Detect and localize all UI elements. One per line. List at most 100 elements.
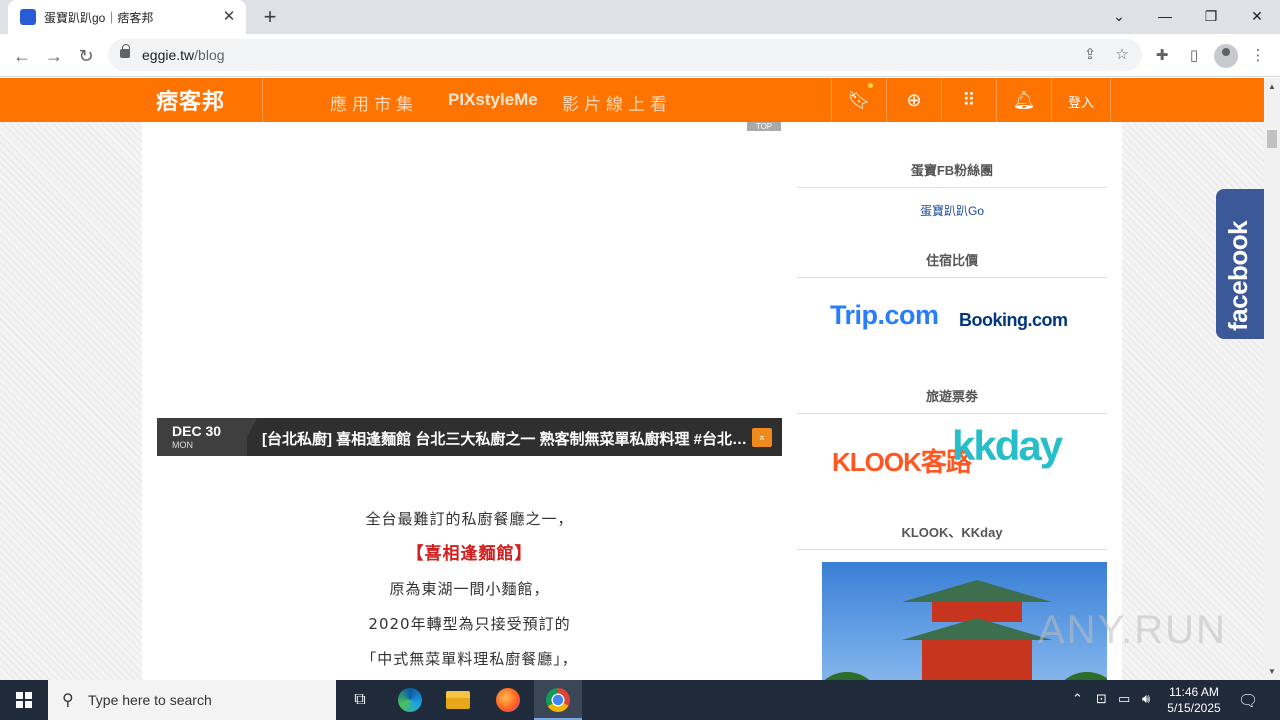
temple-body-shape [922, 640, 1032, 680]
pixnet-logo[interactable]: 痞客邦 [156, 84, 225, 116]
edge-app[interactable] [386, 680, 434, 720]
restore-button[interactable]: ❐ [1188, 2, 1234, 30]
address-bar[interactable]: eggie.tw/blog ⇪ ☆ [108, 39, 1142, 71]
profile-avatar-icon[interactable] [1214, 44, 1238, 68]
sidebar-fb-link[interactable]: 蛋寶趴趴Go [797, 202, 1107, 219]
forward-arrow-icon[interactable]: → [40, 42, 68, 70]
nav-pixstyleme[interactable]: PIXstyleMe [448, 90, 538, 110]
post-title[interactable]: [台北私廚] 喜相逢麵館 台北三大私廚之一 熟客制無菜單私廚料理 #台北私廚 #… [262, 428, 752, 449]
scroll-down-arrow-icon[interactable]: ▼ [1268, 667, 1276, 676]
search-icon: ⚲ [62, 692, 74, 709]
sidebar-heading-hotel: 住宿比價 [797, 250, 1107, 278]
login-link[interactable]: 登入 [1068, 92, 1094, 111]
tab-search-dropdown-icon[interactable]: ⌄ [1096, 2, 1142, 30]
facebook-side-tab[interactable]: facebook [1216, 189, 1264, 339]
taskbar-clock[interactable]: 11:46 AM 5/15/2025 [1162, 684, 1226, 716]
article-line: 全台最難訂的私廚餐廳之一， [365, 510, 574, 528]
kkday-logo[interactable]: kkday [952, 422, 1063, 470]
meet-now-icon[interactable]: ⊡ [1096, 691, 1107, 707]
notifications-icon[interactable]: 🗨︎ [1238, 691, 1258, 711]
browser-tab[interactable]: 蛋寶趴趴go｜痞客邦 ✕ [8, 0, 246, 34]
header-divider [262, 78, 263, 122]
side-panel-icon[interactable]: ▯ [1182, 44, 1206, 68]
scroll-up-arrow-icon[interactable]: ▲ [1268, 82, 1276, 91]
file-explorer-app[interactable] [434, 680, 482, 720]
menu-kebab-icon[interactable]: ⋮ [1246, 44, 1270, 68]
post-header[interactable]: DEC 30 MON [台北私廚] 喜相逢麵館 台北三大私廚之一 熟客制無菜單私… [157, 418, 782, 456]
top-badge: TOP [747, 122, 781, 131]
tree-shape [1052, 672, 1107, 680]
taskbar-search[interactable]: ⚲ Type here to search [48, 680, 336, 720]
facebook-tab-label: facebook [1223, 220, 1253, 331]
task-view-button[interactable]: ⧉ [336, 680, 384, 720]
nav-video[interactable]: 影片線上看 [562, 90, 672, 115]
post-date-month-day: DEC 30 [172, 423, 222, 439]
tab-close-icon[interactable]: ✕ [220, 8, 238, 26]
windows-taskbar: ⚲ Type here to search ⧉ ⌃ ⊡ ▭ 🔊︎ 11:46 A… [0, 680, 1280, 720]
article-line: 原為東湖一間小麵館， [389, 580, 550, 598]
post-date-weekday: MON [172, 440, 193, 450]
firefox-icon [496, 688, 520, 712]
nav-app-market[interactable]: 應用市集 [330, 90, 418, 115]
bell-icon[interactable]: 🔔︎ [1012, 88, 1036, 112]
page-scrollbar[interactable]: ▲ ▼ [1264, 78, 1280, 680]
share-icon[interactable]: ⇪ [1080, 45, 1100, 65]
chrome-icon [546, 688, 570, 712]
article-body: 全台最難訂的私廚餐廳之一， 【喜相逢麵館】 原為東湖一間小麵館， 2020年轉型… [157, 502, 782, 677]
edge-icon [398, 688, 422, 712]
post-date-notch [237, 418, 257, 456]
task-view-icon: ⧉ [354, 691, 366, 708]
page-viewport: 痞客邦 應用市集 PIXstyleMe 影片線上看 🔖︎ ⊕ ⠿ 🔔︎ 登入 T… [0, 78, 1264, 680]
pixnet-header: 痞客邦 應用市集 PIXstyleMe 影片線上看 🔖︎ ⊕ ⠿ 🔔︎ 登入 [0, 78, 1264, 122]
browser-toolbar: ← → ↻ eggie.tw/blog ⇪ ☆ ✚ ▯ ⋮ [0, 34, 1280, 77]
extensions-puzzle-icon[interactable]: ✚ [1150, 44, 1174, 68]
klook-logo[interactable]: KLOOK客路 [832, 442, 972, 479]
back-arrow-icon[interactable]: ← [8, 42, 36, 70]
start-button[interactable] [0, 680, 48, 720]
article-line: 「中式無菜單料理私廚餐廳」， [361, 650, 578, 668]
sidebar-heading-tickets: 旅遊票劵 [797, 386, 1107, 414]
folder-icon [446, 691, 470, 709]
post-collapse-icon[interactable]: ⌅ [752, 428, 772, 447]
clock-date: 5/15/2025 [1167, 701, 1221, 715]
network-icon[interactable]: ▭ [1118, 691, 1130, 707]
header-divider [996, 78, 997, 122]
header-divider [941, 78, 942, 122]
minimize-button[interactable]: — [1142, 2, 1188, 30]
bookmark-icon[interactable]: 🔖︎ [847, 88, 871, 112]
booking-com-logo[interactable]: Booking.com [959, 310, 1068, 331]
close-window-button[interactable]: ✕ [1234, 2, 1280, 30]
clock-time: 11:46 AM [1169, 685, 1219, 699]
trip-com-logo[interactable]: Trip.com [830, 300, 939, 331]
header-divider [1051, 78, 1052, 122]
apps-grid-icon[interactable]: ⠿ [957, 88, 981, 112]
search-icon[interactable]: ⊕ [902, 88, 926, 112]
bookmark-star-icon[interactable]: ☆ [1112, 45, 1132, 65]
volume-icon[interactable]: 🔊︎ [1142, 691, 1150, 707]
windows-logo-icon [16, 692, 32, 708]
article-line: 2020年轉型為只接受預訂的 [368, 615, 571, 633]
firefox-app[interactable] [484, 680, 532, 720]
temple-roof-shape [902, 580, 1052, 602]
tab-title: 蛋寶趴趴go｜痞客邦 [44, 11, 154, 25]
lock-icon[interactable] [120, 44, 130, 58]
tree-shape [822, 672, 882, 680]
header-divider [1110, 78, 1111, 122]
blog-container: TOP DEC 30 MON [台北私廚] 喜相逢麵館 台北三大私廚之一 熟客制… [142, 122, 1122, 680]
notification-dot [868, 83, 873, 88]
browser-tab-strip: 蛋寶趴趴go｜痞客邦 ✕ + ⌄ — ❐ ✕ [0, 0, 1280, 34]
pixnet-favicon-icon [20, 9, 36, 25]
url-text[interactable]: eggie.tw/blog [142, 47, 225, 63]
header-divider [831, 78, 832, 122]
header-divider [886, 78, 887, 122]
chrome-app[interactable] [534, 680, 582, 720]
watermark: ANY.RUN [1038, 608, 1227, 652]
temple-roof-shape [902, 618, 1052, 640]
taskbar-search-placeholder: Type here to search [88, 692, 212, 708]
scroll-thumb[interactable] [1267, 130, 1277, 148]
reload-icon[interactable]: ↻ [72, 42, 100, 70]
tray-overflow-icon[interactable]: ⌃ [1072, 691, 1083, 707]
article-restaurant-name: 【喜相逢麵館】 [406, 544, 533, 564]
new-tab-button[interactable]: + [256, 4, 284, 30]
sidebar-heading-fb: 蛋寶FB粉絲團 [797, 160, 1107, 188]
